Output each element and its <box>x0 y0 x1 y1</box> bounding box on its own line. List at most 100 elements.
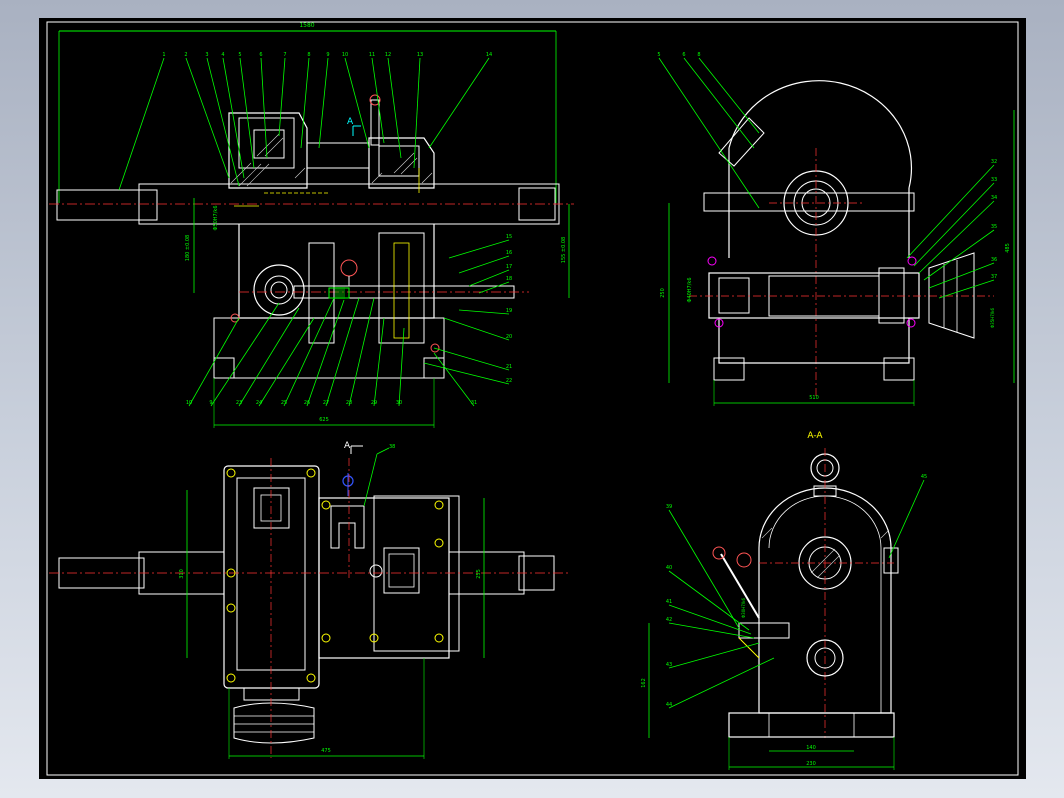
balloon-leader <box>387 57 402 159</box>
dim-side-shaft-height: 250 <box>660 288 666 298</box>
balloon-leader <box>906 164 995 259</box>
drawing-frame <box>46 21 1019 776</box>
balloon-leader <box>318 57 329 149</box>
dim-base-length: 625 <box>319 417 329 423</box>
balloon-number: 12 <box>385 52 391 58</box>
balloon-number: 22 <box>506 378 512 384</box>
balloon-number: 40 <box>666 565 672 571</box>
balloon-leader <box>458 309 510 315</box>
balloon-number: 2 <box>184 52 187 58</box>
balloon-number: 7 <box>283 52 286 58</box>
section-arrow-label-a: A <box>347 117 354 127</box>
balloon-leader <box>300 57 310 149</box>
balloon-leader <box>683 57 755 149</box>
balloon-number: 28 <box>346 400 352 406</box>
balloon-number: 36 <box>991 257 997 263</box>
balloon-number: 32 <box>991 159 997 165</box>
balloon-leader <box>398 327 405 407</box>
dim-section-base-width: 230 <box>806 761 816 767</box>
dim-section-inner-width: 140 <box>806 745 816 751</box>
balloon-leader <box>344 57 370 149</box>
balloon-number: 31 <box>471 400 477 406</box>
cad-drawing-canvas[interactable]: 1580 A 180 ±0.08 Φ50H7/k6 155 ±0.08 625 … <box>39 18 1026 779</box>
side-view: 485 250 Φ40H7/k6 Φ35H7/k6 510 <box>660 80 1015 406</box>
balloon-leader <box>478 281 510 294</box>
balloon-leader <box>458 255 510 274</box>
balloon-number: 9 <box>326 52 329 58</box>
dim-right-center-distance: 155 ±0.08 <box>561 237 567 263</box>
gearbox-assembly-drawing: 1580 A 180 ±0.08 Φ50H7/k6 155 ±0.08 625 … <box>46 21 1019 776</box>
balloon-leader <box>433 352 475 407</box>
balloon-number: 4 <box>221 52 224 58</box>
dim-side-bore-fit: Φ40H7/k6 <box>687 278 693 303</box>
dim-plan-left-width: 310 <box>179 569 185 579</box>
balloon-number: 14 <box>486 52 492 58</box>
balloon-number: 35 <box>991 224 997 230</box>
balloon-number: 11 <box>369 52 375 58</box>
section-a-a-view: A-A 39404142434445 162 Φ30H7/k6 140 230 <box>641 431 927 770</box>
balloon-leader <box>118 57 165 191</box>
balloon-number: 29 <box>371 400 377 406</box>
balloon-leader <box>443 317 510 341</box>
balloon-number: 8 <box>697 52 700 58</box>
dim-plan-right-width: 255 <box>476 569 482 579</box>
balloon-number: 5 <box>238 52 241 58</box>
balloon-leader <box>348 297 375 407</box>
dim-side-base-width: 510 <box>809 395 819 401</box>
balloon-leader <box>668 509 740 629</box>
balloon-leader <box>918 200 995 274</box>
balloon-number: 42 <box>666 617 672 623</box>
balloon-leader <box>433 347 510 371</box>
plan-view: 310 255 475 A 38 <box>49 441 569 759</box>
balloon-number: 17 <box>506 264 512 270</box>
balloon-number: 26 <box>304 400 310 406</box>
balloon-number: 25 <box>281 400 287 406</box>
balloon-leader <box>658 57 760 209</box>
balloon-number: 6 <box>259 52 262 58</box>
balloon-number: 9 <box>209 400 212 406</box>
plan-balloon: 38 <box>389 444 395 450</box>
balloon-leader <box>928 262 995 289</box>
balloon-leader <box>888 479 925 559</box>
balloon-leader <box>448 239 510 259</box>
balloon-number: 23 <box>236 400 242 406</box>
balloon-number: 19 <box>506 308 512 314</box>
balloon-leader <box>185 57 230 179</box>
balloon-number: 10 <box>342 52 348 58</box>
dim-bore-fit: Φ50H7/k6 <box>213 206 219 231</box>
balloon-number: 3 <box>205 52 208 58</box>
balloon-number: 45 <box>921 474 927 480</box>
balloon-leader <box>668 604 752 635</box>
dim-section-height: 162 <box>641 678 647 688</box>
balloon-number: 30 <box>396 400 402 406</box>
balloon-leader <box>668 657 775 709</box>
balloon-number: 20 <box>506 334 512 340</box>
dim-left-center-distance: 180 ±0.08 <box>185 235 191 261</box>
balloon-number: 8 <box>307 52 310 58</box>
dim-section-bore-fit: Φ30H7/k6 <box>741 598 746 618</box>
balloon-leader <box>938 279 995 299</box>
balloon-number: 6 <box>682 52 685 58</box>
balloon-leader <box>260 57 268 159</box>
dim-overall-length: 1580 <box>299 22 314 29</box>
front-section-view: 1580 A 180 ±0.08 Φ50H7/k6 155 ±0.08 625 <box>49 22 574 428</box>
section-title: A-A <box>807 431 823 441</box>
dim-side-bore-fit-2: Φ35H7/k6 <box>990 308 995 328</box>
balloon-number: 39 <box>666 504 672 510</box>
balloon-number: 13 <box>417 52 423 58</box>
plan-section-arrow-label: A <box>344 441 351 451</box>
balloon-number: 37 <box>991 274 997 280</box>
balloon-leader <box>698 57 760 134</box>
balloon-leader <box>325 297 360 407</box>
balloon-number: 15 <box>506 234 512 240</box>
balloon-number: 34 <box>991 195 997 201</box>
dim-side-height: 485 <box>1005 243 1011 253</box>
balloon-number: 24 <box>256 400 262 406</box>
front-view-balloons: 1 2 3 4 5 6 7 8 9 10 11 12 13 14151617181920212210 9 23… <box>118 52 512 407</box>
balloon-number: 27 <box>323 400 329 406</box>
balloon-number: 18 <box>506 276 512 282</box>
balloon-number: 33 <box>991 177 997 183</box>
balloon-leader <box>468 269 510 287</box>
balloon-leader <box>913 182 995 267</box>
balloon-number: 1 <box>162 52 165 58</box>
